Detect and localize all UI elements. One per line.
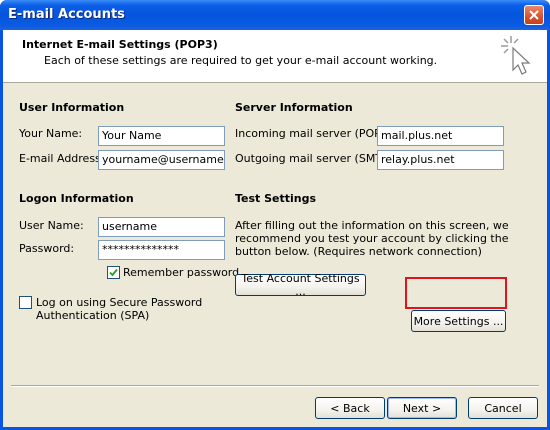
window-title: E-mail Accounts	[8, 7, 125, 22]
outgoing-server-label: Outgoing mail server (SMTP):	[235, 152, 397, 165]
incoming-server-field[interactable]: mail.plus.net	[377, 126, 504, 146]
server-info-heading: Server Information	[235, 101, 353, 114]
password-field[interactable]: **************	[98, 240, 225, 260]
user-info-heading: User Information	[19, 101, 125, 114]
footer-divider	[11, 385, 539, 387]
test-account-settings-button[interactable]: Test Account Settings ...	[235, 272, 366, 298]
test-settings-heading: Test Settings	[235, 192, 317, 205]
email-address-field[interactable]: yourname@username.plus.com	[98, 150, 225, 170]
spa-checkbox[interactable]	[19, 296, 32, 309]
outgoing-server-field[interactable]: relay.plus.net	[377, 150, 504, 170]
cancel-button[interactable]: Cancel	[468, 397, 538, 419]
title-bar[interactable]: E-mail Accounts	[0, 0, 550, 30]
close-button[interactable]	[524, 5, 544, 25]
email-accounts-window: E-mail Accounts Internet E-mail Settings…	[0, 0, 550, 430]
header-title: Internet E-mail Settings (POP3)	[22, 38, 218, 51]
test-description-line2: recommend you test your account by click…	[235, 232, 509, 245]
test-description-line3: button below. (Requires network connecti…	[235, 245, 482, 258]
incoming-server-label: Incoming mail server (POP3):	[235, 127, 396, 140]
spa-label-line2[interactable]: Authentication (SPA)	[36, 309, 149, 322]
header-subtitle: Each of these settings are required to g…	[44, 54, 438, 67]
username-label: User Name:	[19, 219, 84, 232]
more-settings-highlight	[405, 277, 507, 309]
wizard-cursor-icon	[501, 36, 531, 75]
remember-password-label[interactable]: Remember password	[123, 266, 239, 279]
logon-info-heading: Logon Information	[19, 192, 134, 205]
spa-label-line1[interactable]: Log on using Secure Password	[36, 296, 202, 309]
email-address-label: E-mail Address:	[19, 152, 105, 165]
wizard-header: Internet E-mail Settings (POP3) Each of …	[3, 30, 547, 83]
test-description-line1: After filling out the information on thi…	[235, 219, 509, 232]
next-button[interactable]: Next >	[387, 397, 457, 419]
password-label: Password:	[19, 242, 75, 255]
checkmark-icon	[109, 268, 118, 277]
back-button[interactable]: < Back	[315, 397, 385, 419]
your-name-field[interactable]: Your Name	[98, 126, 225, 146]
more-settings-button[interactable]: More Settings ...	[411, 310, 506, 332]
dialog-body: Internet E-mail Settings (POP3) Each of …	[3, 30, 547, 427]
username-field[interactable]: username	[98, 217, 225, 237]
your-name-label: Your Name:	[19, 127, 83, 140]
remember-password-checkbox[interactable]	[107, 266, 120, 279]
close-icon	[529, 10, 539, 20]
